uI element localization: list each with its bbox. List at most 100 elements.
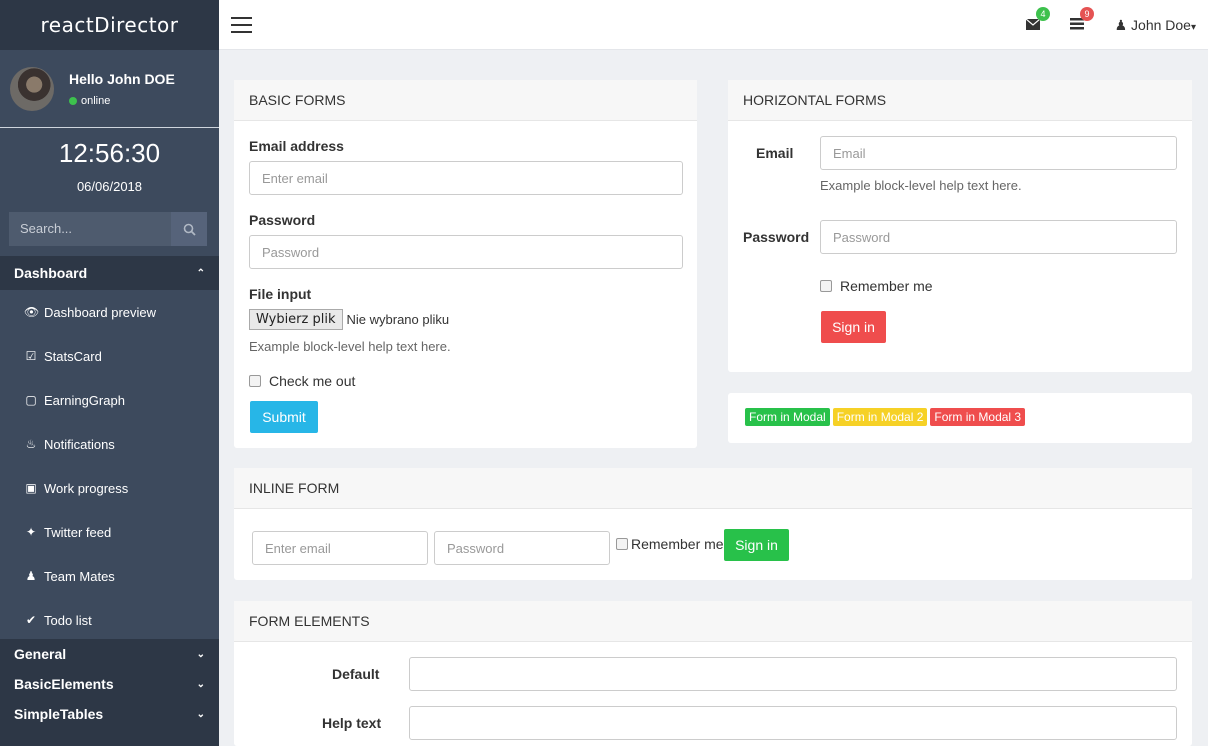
password-input[interactable]: Password (249, 235, 683, 269)
form-in-modal-button[interactable]: Form in Modal (745, 408, 830, 426)
user-name: John Doe (1131, 17, 1191, 33)
password-label: Password (743, 229, 810, 245)
sidebar-item-label: Todo list (44, 612, 92, 628)
email-input[interactable]: Email (820, 136, 1177, 170)
avatar (10, 66, 54, 111)
tasks-count-badge: 9 (1080, 7, 1094, 21)
bell-icon: ♨ (25, 437, 37, 451)
online-dot-icon (69, 96, 77, 105)
inline-password-input[interactable]: Password (434, 531, 610, 565)
top-navbar: 4 9 ♟ John Doe▾ (219, 0, 1208, 50)
inline-sign-in-button[interactable]: Sign in (724, 529, 789, 561)
help-text: Example block-level help text here. (820, 178, 1022, 193)
menu-group-general[interactable]: General ⌄ (0, 639, 219, 669)
sidebar-item-label: Work progress (44, 480, 129, 496)
card-title: BASIC FORMS (234, 80, 697, 121)
choose-file-button[interactable]: Wybierz plik (249, 309, 343, 330)
inline-remember-checkbox[interactable] (616, 538, 628, 550)
menu-toggle-icon[interactable] (231, 17, 252, 38)
sidebar-item-notifications[interactable]: ♨ Notifications (0, 422, 219, 466)
sidebar-item-twitter-feed[interactable]: ✦ Twitter feed (0, 510, 219, 554)
status-indicator: online (69, 95, 175, 107)
remember-me: Remember me (820, 278, 933, 294)
form-in-modal-2-button[interactable]: Form in Modal 2 (832, 408, 928, 426)
modal-buttons-card: Form in Modal Form in Modal 2 Form in Mo… (728, 393, 1192, 443)
check-me-out: Check me out (249, 373, 355, 389)
horizontal-forms-card: HORIZONTAL FORMS Email Email Example blo… (728, 80, 1192, 372)
menu-section-dashboard[interactable]: Dashboard ⌃ (0, 256, 219, 290)
briefcase-icon: ▣ (25, 481, 37, 495)
sidebar-item-label: Dashboard preview (44, 304, 157, 320)
user-dropdown[interactable]: ♟ John Doe▾ (1115, 17, 1196, 34)
sidebar: reactDirector Hello John DOE online 12:5… (0, 0, 219, 746)
sidebar-item-work-progress[interactable]: ▣ Work progress (0, 466, 219, 510)
search-input[interactable]: Search... (9, 212, 171, 246)
sidebar-search: Search... (9, 212, 207, 246)
menu-group-label: SimpleTables (14, 706, 104, 722)
twitter-icon: ✦ (25, 525, 37, 539)
remember-label: Remember me (840, 278, 933, 294)
mail-button[interactable]: 4 (1025, 7, 1050, 33)
submit-button[interactable]: Submit (250, 401, 318, 433)
sidebar-item-label: Twitter feed (44, 524, 112, 540)
menu-group-basicelements[interactable]: BasicElements ⌄ (0, 669, 219, 699)
clock: 12:56:30 06/06/2018 (0, 128, 219, 203)
card-title: INLINE FORM (234, 468, 1192, 509)
check-icon: ✔ (25, 613, 37, 627)
status-text: online (81, 94, 111, 107)
help-text-input[interactable] (409, 706, 1177, 740)
help-text: Example block-level help text here. (249, 339, 451, 354)
sidebar-item-dashboard-preview[interactable]: 👁 Dashboard preview (0, 290, 219, 334)
file-status: Nie wybrano pliku (346, 312, 450, 327)
file-input-label: File input (249, 286, 312, 302)
email-input[interactable]: Enter email (249, 161, 683, 195)
default-label: Default (332, 666, 380, 682)
sidebar-item-todo-list[interactable]: ✔ Todo list (0, 598, 219, 642)
form-in-modal-3-button[interactable]: Form in Modal 3 (930, 408, 1026, 426)
password-input[interactable]: Password (820, 220, 1177, 254)
email-label: Email address (249, 138, 344, 154)
menu-section-label: Dashboard (14, 265, 88, 281)
clock-time: 12:56:30 (58, 138, 161, 168)
sidebar-item-label: StatsCard (44, 348, 102, 364)
mail-count-badge: 4 (1036, 7, 1050, 21)
password-label: Password (249, 212, 316, 228)
email-label: Email (756, 145, 794, 161)
inline-email-input[interactable]: Enter email (252, 531, 428, 565)
area-chart-icon: ▢ (25, 393, 37, 407)
chevron-down-icon: ⌄ (196, 648, 205, 660)
check-me-out-checkbox[interactable] (249, 375, 261, 387)
search-icon (183, 223, 196, 236)
inline-remember-me: Remember me (616, 536, 724, 552)
checkbox-label: Check me out (269, 373, 356, 389)
user-icon: ♟ (25, 569, 37, 583)
menu-group-label: General (14, 646, 67, 662)
sidebar-item-label: Notifications (44, 436, 115, 452)
help-text-label: Help text (322, 715, 382, 731)
sign-in-button[interactable]: Sign in (821, 311, 886, 343)
remember-me-checkbox[interactable] (820, 280, 832, 292)
tasks-list-icon (1070, 18, 1084, 30)
collapsed-menu-groups: General ⌄ BasicElements ⌄ SimpleTables ⌄ (0, 639, 219, 746)
check-square-icon: ☑ (25, 349, 37, 363)
file-input: Wybierz plik Nie wybrano pliku (249, 309, 449, 330)
basic-forms-card: BASIC FORMS Email address Enter email Pa… (234, 80, 697, 448)
remember-label: Remember me (631, 536, 724, 552)
sidebar-item-earninggraph[interactable]: ▢ EarningGraph (0, 378, 219, 422)
caret-down-icon: ▾ (1190, 22, 1196, 33)
brand-logo[interactable]: reactDirector (0, 0, 219, 50)
search-button[interactable] (171, 212, 207, 246)
user-panel: Hello John DOE online (0, 50, 219, 128)
default-input[interactable] (409, 657, 1177, 691)
sidebar-item-statscard[interactable]: ☑ StatsCard (0, 334, 219, 378)
sidebar-item-label: EarningGraph (44, 392, 125, 408)
tasks-button[interactable]: 9 (1070, 7, 1094, 33)
chevron-down-icon: ⌄ (196, 678, 205, 690)
chevron-down-icon: ⌄ (196, 708, 205, 720)
form-elements-card: FORM ELEMENTS Default Help text (234, 601, 1192, 746)
menu-group-simpletables[interactable]: SimpleTables ⌄ (0, 699, 219, 729)
menu-items: 👁 Dashboard preview ☑ StatsCard ▢ EarningGr… (0, 290, 219, 642)
inline-form-card: INLINE FORM Enter email Password Remembe… (234, 468, 1192, 580)
sidebar-item-team-mates[interactable]: ♟ Team Mates (0, 554, 219, 598)
menu-group-label: BasicElements (14, 676, 114, 692)
